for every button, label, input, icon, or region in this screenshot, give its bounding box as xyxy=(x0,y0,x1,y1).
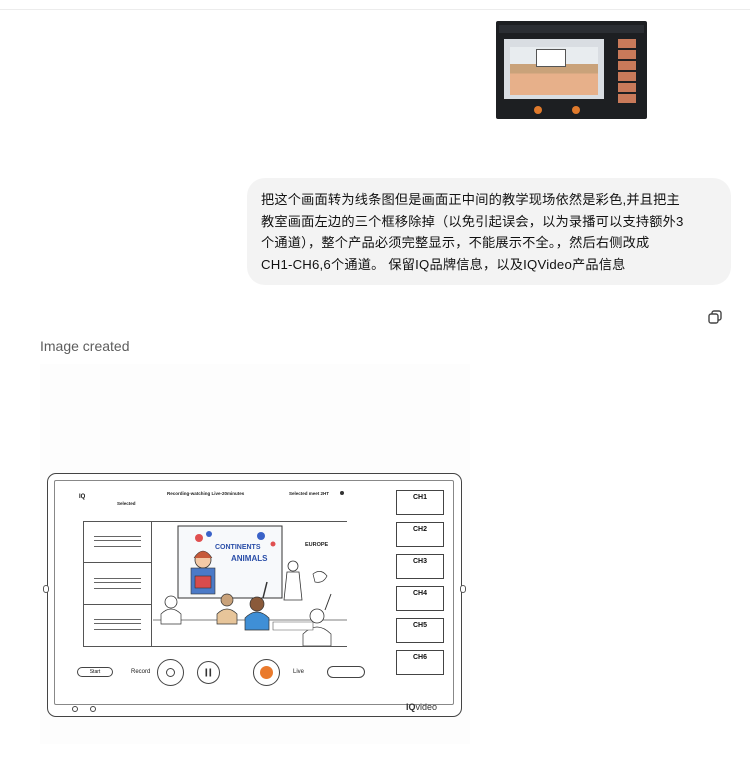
device-right-button xyxy=(460,585,466,593)
status-dot xyxy=(340,491,344,495)
classroom-scene: CONTINENTS ANIMALS EUROPE xyxy=(153,522,347,646)
control-bar: Start Record Live xyxy=(55,659,455,689)
thumbnail-controls xyxy=(504,105,639,114)
copy-icon[interactable] xyxy=(707,309,723,325)
image-created-status: Image created xyxy=(40,338,130,354)
device-left-button xyxy=(43,585,49,593)
left-panel-1 xyxy=(84,522,152,563)
poster-title-2: ANIMALS xyxy=(231,554,268,563)
right-header-text: Selected meet 2HT xyxy=(289,491,330,496)
live-button[interactable] xyxy=(253,659,280,686)
iq-logo: IQ xyxy=(79,494,86,500)
message-line: 教室画面左边的三个框移除掉（以免引起误会，以为录播可以支持额外3 xyxy=(261,213,684,229)
live-indicator-icon xyxy=(260,666,273,679)
channel-ch4[interactable]: CH4 xyxy=(396,586,444,611)
poster-title-1: CONTINENTS xyxy=(215,544,261,551)
thumbnail-classroom-stage xyxy=(504,39,604,99)
left-panel-3 xyxy=(84,605,152,646)
channel-ch3[interactable]: CH3 xyxy=(396,554,444,579)
device-screen: IQ Recording-watching Live-20minutes Sel… xyxy=(54,480,454,705)
channel-ch2[interactable]: CH2 xyxy=(396,522,444,547)
left-panel-2 xyxy=(84,563,152,605)
generated-device-mockup: IQ Recording-watching Live-20minutes Sel… xyxy=(43,473,466,717)
selected-label: Selected xyxy=(117,501,136,506)
attached-image-thumbnail[interactable] xyxy=(496,21,647,119)
channel-ch5[interactable]: CH5 xyxy=(396,618,444,643)
message-line: 把这个画面转为线条图但是画面正中间的教学现场依然是彩色,并且把主 xyxy=(261,192,680,207)
device-dot-2 xyxy=(90,706,96,712)
user-message-bubble: 把这个画面转为线条图但是画面正中间的教学现场依然是彩色,并且把主 教室画面左边的… xyxy=(247,178,731,285)
iqvideo-brand: IQvideo xyxy=(406,702,438,712)
pause-icon xyxy=(205,668,212,677)
message-line: CH1-CH6,6个通道。 保留IQ品牌信息，以及IQVideo产品信息 xyxy=(261,256,626,272)
main-classroom-view: CONTINENTS ANIMALS EUROPE xyxy=(83,521,347,647)
start-button[interactable]: Start xyxy=(77,667,113,677)
option-button[interactable] xyxy=(327,666,365,678)
top-divider xyxy=(0,9,750,10)
device-dot-1 xyxy=(72,706,78,712)
thumbnail-title-bar xyxy=(499,25,644,33)
recording-title: Recording-watching Live-20minutes xyxy=(167,491,245,496)
live-label: Live xyxy=(293,669,305,675)
europe-label: EUROPE xyxy=(305,542,329,548)
record-inner-icon xyxy=(166,668,175,677)
thumbnail-channel-list xyxy=(618,39,636,103)
channel-ch1[interactable]: CH1 xyxy=(396,490,444,515)
record-button[interactable] xyxy=(157,659,184,686)
pause-button[interactable] xyxy=(197,661,220,684)
record-label: Record xyxy=(131,669,151,675)
message-line: 个通道），整个产品必须完整显示，不能展示不全。，然后右侧改成 xyxy=(261,235,650,250)
